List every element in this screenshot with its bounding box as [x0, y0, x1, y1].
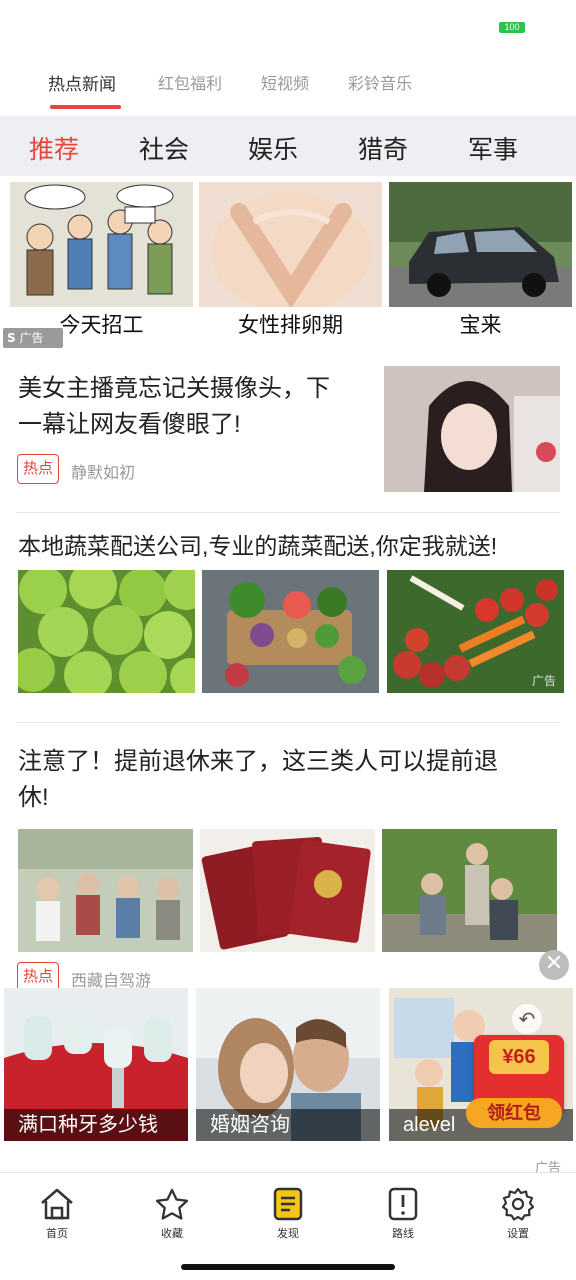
ad-tag: S 广告	[3, 328, 63, 348]
nav-settings[interactable]: 设置	[478, 1187, 558, 1247]
ad-card-label: 婚姻咨询	[196, 1109, 380, 1141]
category-recommend[interactable]: 推荐	[29, 130, 79, 166]
nav-route[interactable]: 路线	[363, 1187, 443, 1247]
route-icon	[388, 1187, 418, 1221]
ad-card-label: 满口种牙多少钱	[4, 1109, 188, 1141]
battery-indicator: 100	[499, 22, 525, 33]
category-military[interactable]: 军事	[468, 130, 518, 166]
tab-ringtone-music[interactable]: 彩铃音乐	[348, 70, 412, 94]
tomatoes-carrots-image[interactable]: 广告	[387, 570, 564, 693]
top-tab-bar: 热点新闻 红包福利 短视频 彩铃音乐	[0, 50, 576, 116]
nav-label: 设置	[507, 1227, 529, 1240]
sogou-logo-icon: S	[7, 331, 16, 345]
close-ad-button[interactable]: ✕	[539, 950, 569, 980]
vegetables-tray-image[interactable]	[202, 570, 379, 693]
elderly-group-image[interactable]	[18, 829, 193, 952]
retirement-certificates-image[interactable]	[200, 829, 375, 952]
cabbage-image[interactable]	[18, 570, 195, 693]
ad-card-marriage[interactable]: 婚姻咨询	[196, 988, 380, 1141]
girl-portrait-image[interactable]	[384, 366, 560, 492]
tab-red-packet[interactable]: 红包福利	[158, 70, 222, 94]
ad-card-dental[interactable]: 满口种牙多少钱	[4, 988, 188, 1141]
back-arrow-icon: ↶	[512, 1004, 542, 1034]
active-tab-underline	[50, 105, 121, 109]
close-icon: ✕	[544, 951, 564, 976]
ad-tag-label: 广告	[19, 331, 44, 345]
nav-label: 收藏	[161, 1227, 183, 1240]
tab-short-video[interactable]: 短视频	[261, 70, 309, 94]
ad-caption[interactable]: 女性排卵期	[199, 309, 382, 339]
nav-favorites[interactable]: 收藏	[132, 1187, 212, 1247]
home-indicator	[181, 1264, 395, 1270]
nav-label: 发现	[277, 1227, 299, 1240]
elderly-men-park-image[interactable]	[382, 829, 557, 952]
nav-label: 首页	[46, 1227, 68, 1240]
settings-icon	[501, 1187, 535, 1221]
hot-badge: 热点	[17, 454, 59, 484]
discover-icon	[273, 1187, 303, 1221]
status-bar: 100	[0, 0, 576, 50]
red-packet-widget[interactable]: ↶ ¥66 领红包	[464, 1004, 564, 1135]
black-sedan-car-image[interactable]	[389, 182, 572, 307]
nav-discover[interactable]: 发现	[248, 1187, 328, 1247]
recruitment-cartoon-image[interactable]	[10, 182, 193, 307]
category-curiosity[interactable]: 猎奇	[358, 130, 408, 166]
article-title[interactable]: 美女主播竟忘记关摄像头，下 一幕让网友看傻眼了!	[18, 371, 368, 443]
ad-caption[interactable]: 宝来	[389, 309, 572, 339]
article-title[interactable]: 注意了！提前退休来了，这三类人可以提前退 休!	[18, 744, 558, 816]
red-packet-amount: ¥66	[489, 1040, 549, 1074]
tab-hot-news[interactable]: 热点新闻	[48, 70, 116, 95]
claim-red-packet-button[interactable]: 领红包	[466, 1098, 562, 1128]
divider	[16, 722, 560, 723]
category-entertainment[interactable]: 娱乐	[248, 130, 298, 166]
divider	[16, 512, 560, 513]
article-title[interactable]: 本地蔬菜配送公司,专业的蔬菜配送,你定我就送!	[18, 528, 558, 564]
hands-heart-belly-image[interactable]	[199, 182, 382, 307]
nav-home[interactable]: 首页	[17, 1187, 97, 1247]
ad-mark: 广告	[531, 674, 556, 688]
category-society[interactable]: 社会	[139, 130, 189, 166]
article-source: 静默如初	[71, 463, 136, 482]
star-icon	[155, 1188, 189, 1220]
category-bar: 推荐 社会 娱乐 猎奇 军事	[0, 116, 576, 176]
nav-label: 路线	[392, 1227, 414, 1240]
home-icon	[41, 1188, 73, 1220]
